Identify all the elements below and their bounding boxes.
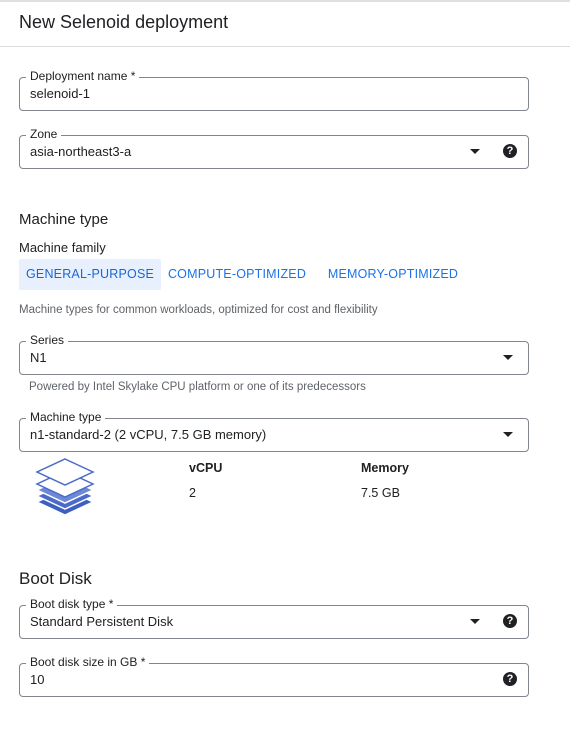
boot-disk-type-select[interactable]: Boot disk type * Standard Persistent Dis… [19, 597, 529, 639]
boot-disk-size-label: Boot disk size in GB * [26, 655, 150, 669]
boot-disk-type-value: Standard Persistent Disk [30, 614, 174, 629]
boot-disk-heading: Boot Disk [19, 569, 92, 588]
tab-general-purpose[interactable]: GENERAL-PURPOSE [19, 259, 161, 290]
chevron-down-icon [470, 619, 480, 624]
help-icon[interactable]: ? [503, 672, 517, 686]
memory-label: Memory [361, 461, 409, 475]
page-title: New Selenoid deployment [19, 12, 229, 32]
zone-label: Zone [26, 127, 62, 141]
zone-select[interactable]: Zone asia-northeast3-a ? [19, 127, 529, 169]
machine-family-hint: Machine types for common workloads, opti… [19, 304, 378, 316]
vcpu-value: 2 [189, 486, 196, 500]
series-label: Series [26, 333, 69, 347]
boot-disk-size-field[interactable]: Boot disk size in GB * 10 ? [19, 655, 529, 697]
tab-compute-optimized[interactable]: COMPUTE-OPTIMIZED [164, 259, 310, 290]
memory-value: 7.5 GB [361, 486, 400, 500]
machine-type-heading: Machine type [19, 211, 109, 228]
help-icon[interactable]: ? [503, 144, 517, 158]
vcpu-label: vCPU [189, 461, 223, 475]
machine-type-value: n1-standard-2 (2 vCPU, 7.5 GB memory) [30, 427, 267, 442]
boot-disk-type-label: Boot disk type * [26, 597, 118, 611]
deployment-name-value: selenoid-1 [30, 86, 90, 101]
deployment-name-field[interactable]: Deployment name * selenoid-1 [19, 69, 529, 111]
series-hint: Powered by Intel Skylake CPU platform or… [29, 381, 366, 393]
machine-family-label: Machine family [19, 240, 106, 255]
page-header: New Selenoid deployment [0, 2, 570, 47]
chevron-down-icon [503, 432, 513, 437]
deployment-name-label: Deployment name * [26, 69, 140, 83]
machine-stack-icon [35, 458, 95, 516]
chevron-down-icon [470, 149, 480, 154]
zone-value: asia-northeast3-a [30, 144, 132, 159]
series-select[interactable]: Series N1 [19, 333, 529, 375]
machine-type-select[interactable]: Machine type n1-standard-2 (2 vCPU, 7.5 … [19, 410, 529, 452]
help-icon[interactable]: ? [503, 614, 517, 628]
tab-memory-optimized[interactable]: MEMORY-OPTIMIZED [320, 259, 466, 290]
chevron-down-icon [503, 355, 513, 360]
series-value: N1 [30, 350, 47, 365]
machine-type-label: Machine type [26, 410, 106, 424]
boot-disk-size-value: 10 [30, 672, 45, 687]
